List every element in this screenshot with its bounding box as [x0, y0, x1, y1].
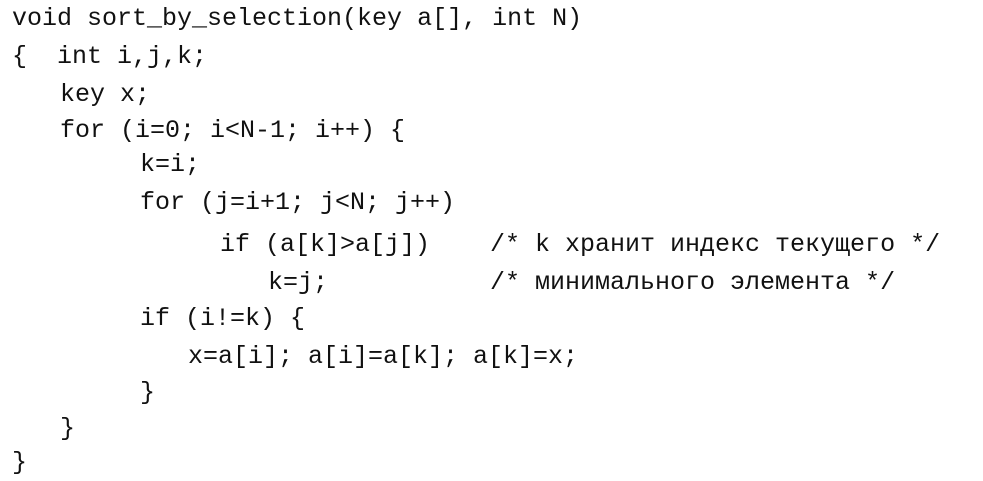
code-line-update-k: k=j;	[268, 268, 329, 297]
code-line-swap: x=a[i]; a[i]=a[k]; a[k]=x;	[188, 342, 579, 371]
code-line-close-if: }	[140, 378, 156, 407]
code-line-inner-loop: for (j=i+1; j<N; j++)	[140, 188, 456, 217]
code-line-open-brace-declarations: { int i,j,k;	[12, 42, 208, 71]
code-comment-minimum: /* минимального элемента */	[490, 268, 896, 297]
code-line-compare: if (a[k]>a[j])	[220, 230, 431, 259]
code-line-close-loop: }	[60, 414, 76, 443]
code-line-function-signature: void sort_by_selection(key a[], int N)	[12, 4, 583, 33]
code-line-check-swap: if (i!=k) {	[140, 304, 306, 333]
code-comment-index: /* k хранит индекс текущего */	[490, 230, 941, 259]
code-line-assign-k: k=i;	[140, 150, 201, 179]
code-line-key-declaration: key x;	[60, 80, 151, 109]
code-listing: void sort_by_selection(key a[], int N) {…	[0, 0, 983, 481]
code-line-outer-loop: for (i=0; i<N-1; i++) {	[60, 116, 406, 145]
code-line-close-function: }	[12, 448, 28, 477]
